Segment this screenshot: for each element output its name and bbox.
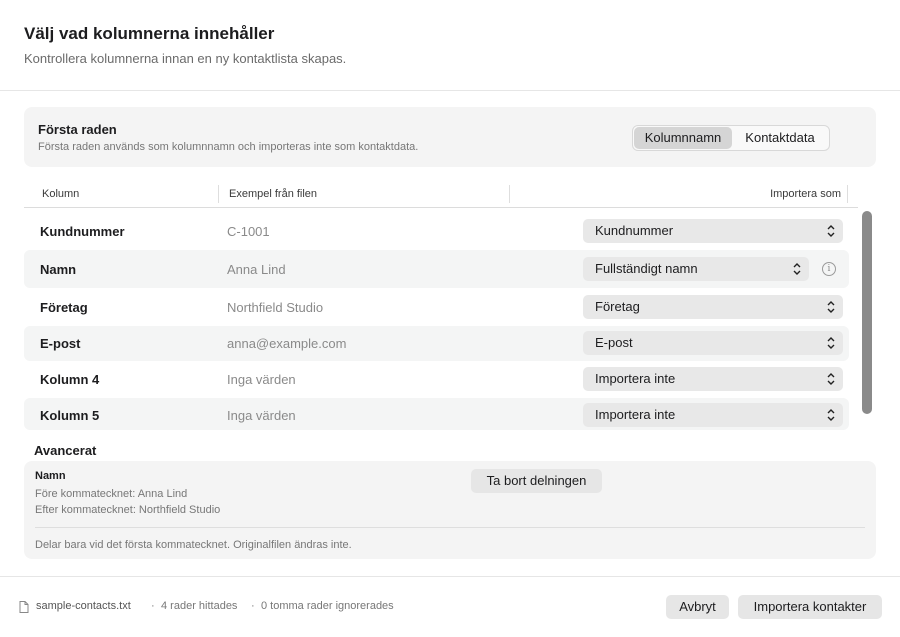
dialog-title: Välj vad kolumnerna innehåller <box>24 24 275 43</box>
row-column-name: Kundnummer <box>40 224 125 239</box>
header-column[interactable]: Kolumn <box>42 188 79 200</box>
before-comma-text: Före kommatecknet: Anna Lind <box>35 488 188 500</box>
row-example-value: C-1001 <box>227 224 270 239</box>
advanced-note: Delar bara vid det första kommatecknet. … <box>35 539 352 551</box>
table-row: E-post anna@example.com E-post <box>24 326 849 361</box>
popup-label: Företag <box>595 299 640 314</box>
advanced-panel: Namn Före kommatecknet: Anna Lind Efter … <box>24 461 876 559</box>
table-scroll-thumb[interactable] <box>862 211 872 414</box>
empty-rows-text: 0 tomma rader ignorerades <box>261 600 394 612</box>
import-contacts-button[interactable]: Importera kontakter <box>738 595 882 619</box>
header-divider-2 <box>509 185 510 203</box>
segment-contact-data[interactable]: Kontaktdata <box>732 127 828 149</box>
footer-separator: · <box>251 600 255 612</box>
remove-split-button[interactable]: Ta bort delningen <box>471 469 602 493</box>
import-as-popup[interactable]: E-post <box>583 331 843 355</box>
header-divider <box>0 90 900 91</box>
updown-chevron-icon <box>793 263 801 275</box>
table-row: Kolumn 5 Inga värden Importera inte <box>24 398 849 430</box>
first-row-title: Första raden <box>38 122 117 137</box>
advanced-title: Avancerat <box>34 443 97 458</box>
row-example-value: Inga värden <box>227 372 296 387</box>
dialog-footer: sample-contacts.txt · 4 rader hittades ·… <box>0 576 900 637</box>
header-divider-3 <box>847 185 848 203</box>
import-as-popup[interactable]: Importera inte <box>583 367 843 391</box>
row-column-name: Kolumn 5 <box>40 408 100 423</box>
popup-label: Fullständigt namn <box>595 261 698 276</box>
header-import-as[interactable]: Importera som <box>770 188 841 200</box>
row-example-value: Northfield Studio <box>227 300 324 315</box>
table-row: Företag Northfield Studio Företag <box>24 289 849 325</box>
import-as-popup[interactable]: Kundnummer <box>583 219 843 243</box>
advanced-field-name: Namn <box>35 470 66 482</box>
updown-chevron-icon <box>827 225 835 237</box>
popup-label: Kundnummer <box>595 223 674 238</box>
row-column-name: E-post <box>40 336 81 351</box>
import-as-popup[interactable]: Fullständigt namn <box>583 257 809 281</box>
updown-chevron-icon <box>827 337 835 349</box>
dialog-subtitle: Kontrollera kolumnerna innan en ny konta… <box>24 51 347 66</box>
popup-label: Importera inte <box>595 407 676 422</box>
import-as-popup[interactable]: Företag <box>583 295 843 319</box>
mapping-table-header: Kolumn Exempel från filen Importera som <box>24 184 858 208</box>
document-icon <box>19 601 29 613</box>
table-row: Namn Anna Lind Fullständigt namn i <box>24 250 849 288</box>
row-column-name: Kolumn 4 <box>40 372 100 387</box>
popup-label: E-post <box>595 335 633 350</box>
advanced-divider <box>35 527 865 528</box>
file-name: sample-contacts.txt <box>36 600 131 612</box>
info-icon[interactable]: i <box>822 262 836 276</box>
updown-chevron-icon <box>827 301 835 313</box>
rows-found-text: 4 rader hittades <box>161 600 238 612</box>
row-example-value: Anna Lind <box>227 262 286 277</box>
header-divider-1 <box>218 185 219 203</box>
popup-label: Importera inte <box>595 371 676 386</box>
first-row-segmented-control: Kolumnnamn Kontaktdata <box>632 125 830 151</box>
row-example-value: Inga värden <box>227 408 296 423</box>
table-row: Kundnummer C-1001 Kundnummer <box>24 213 849 249</box>
table-row: Kolumn 4 Inga värden Importera inte <box>24 362 849 397</box>
segment-column-names[interactable]: Kolumnnamn <box>634 127 732 149</box>
after-comma-text: Efter kommatecknet: Northfield Studio <box>35 504 221 516</box>
first-row-panel: Första raden Första raden används som ko… <box>24 107 876 167</box>
header-example[interactable]: Exempel från filen <box>229 188 317 200</box>
row-column-name: Namn <box>40 262 77 277</box>
cancel-button[interactable]: Avbryt <box>666 595 729 619</box>
row-example-value: anna@example.com <box>227 336 347 351</box>
import-as-popup[interactable]: Importera inte <box>583 403 843 427</box>
import-dialog: Välj vad kolumnerna innehåller Kontrolle… <box>0 0 900 637</box>
updown-chevron-icon <box>827 409 835 421</box>
updown-chevron-icon <box>827 373 835 385</box>
row-column-name: Företag <box>40 300 88 315</box>
first-row-description: Första raden används som kolumnnamn och … <box>38 141 419 153</box>
footer-separator: · <box>151 600 155 612</box>
